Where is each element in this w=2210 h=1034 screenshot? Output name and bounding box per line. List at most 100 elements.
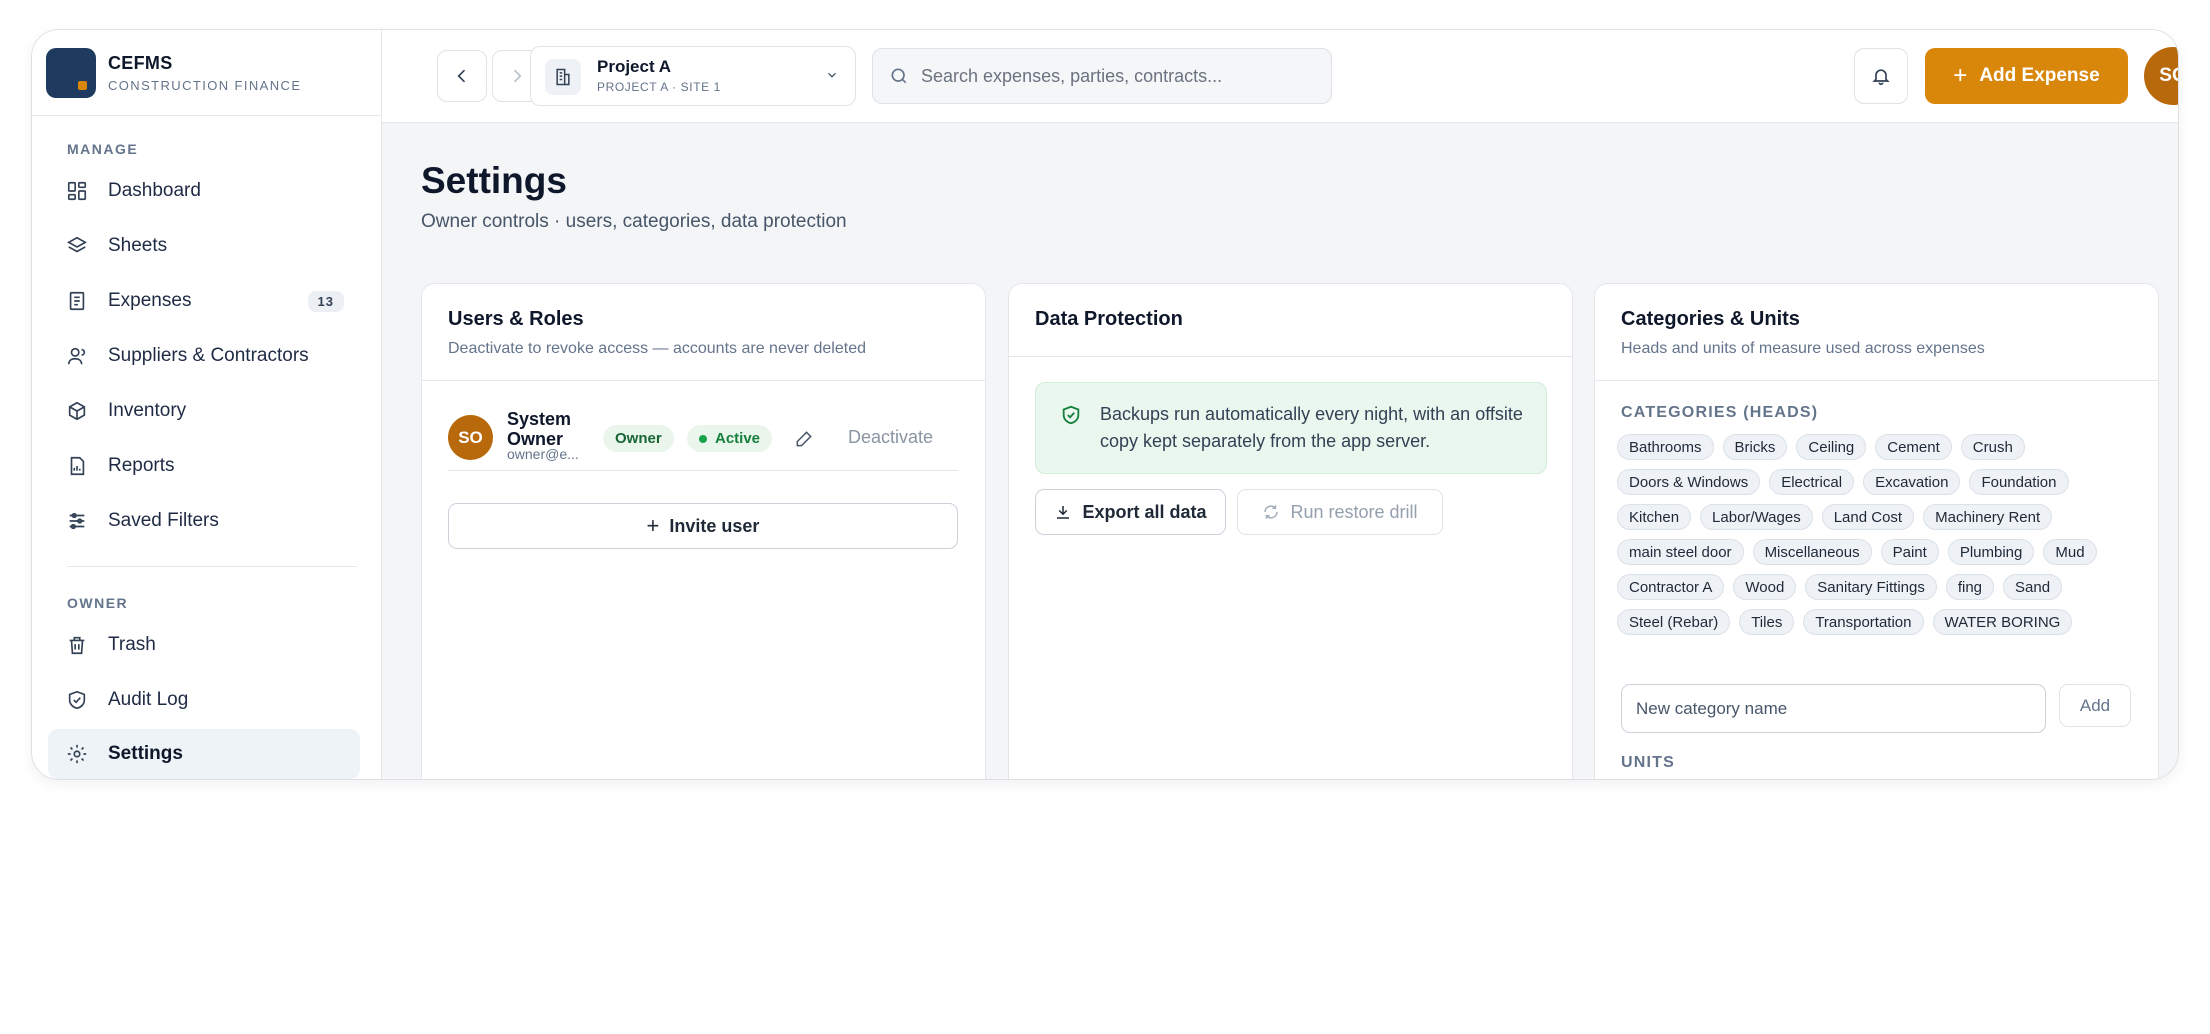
card-title: Users & Roles — [448, 308, 584, 330]
category-chip[interactable]: fing — [1945, 574, 1995, 600]
sidebar-item-sheets[interactable]: Sheets — [48, 221, 360, 271]
category-chip[interactable]: Plumbing — [1947, 539, 2035, 565]
building-icon — [545, 59, 581, 95]
invite-user-label: Invite user — [669, 515, 760, 536]
search-input[interactable] — [921, 65, 1301, 87]
deactivate-button[interactable]: Deactivate — [848, 427, 933, 448]
category-chip[interactable]: Crush — [1960, 434, 2025, 460]
category-chip[interactable]: Ceiling — [1796, 434, 1867, 460]
notifications-button[interactable] — [1854, 48, 1908, 104]
download-icon — [1057, 506, 1070, 519]
categories-units-card: Categories & Units Heads and units of me… — [1594, 283, 2159, 779]
category-chip[interactable]: Cement — [1875, 434, 1952, 460]
category-chip[interactable]: Machinery Rent — [1923, 504, 2053, 530]
brand-name: CEFMS — [108, 52, 173, 73]
sidebar-item-label: Reports — [108, 455, 175, 476]
refresh-icon — [1264, 505, 1279, 519]
user-row: SO System Owner owner@e... Owner Active … — [448, 407, 958, 471]
sliders-icon — [69, 512, 85, 530]
sidebar-item-reports[interactable]: Reports — [48, 441, 360, 491]
topbar: Project A PROJECT A · SITE 1 + Add Expen… — [382, 30, 2178, 123]
sidebar-item-label: Settings — [108, 743, 183, 764]
backup-notice-text: Backups run automatically every night, w… — [1100, 404, 1523, 451]
section-label-manage: MANAGE — [67, 141, 139, 157]
brand[interactable]: CEFMS CONSTRUCTION FINANCE — [32, 30, 381, 116]
avatar: SO — [448, 415, 493, 460]
back-button[interactable] — [437, 50, 487, 102]
invite-user-button[interactable]: + Invite user — [448, 503, 958, 549]
sidebar-divider — [67, 566, 357, 567]
sidebar-item-settings[interactable]: Settings — [48, 729, 360, 779]
sidebar-item-expenses[interactable]: Expenses 13 — [48, 276, 360, 326]
expenses-count-badge: 13 — [307, 290, 344, 312]
backup-notice: Backups run automatically every night, w… — [1035, 382, 1547, 474]
grid-icon — [67, 181, 87, 201]
category-chip[interactable]: main steel door — [1617, 539, 1744, 565]
sidebar-item-saved-filters[interactable]: Saved Filters — [48, 496, 360, 546]
user-name: System Owner — [507, 409, 572, 449]
category-chips: Bathrooms Bricks Ceiling Cement Crush Doors &… — [1617, 434, 2137, 635]
project-subtitle: PROJECT A · SITE 1 — [597, 80, 721, 94]
chevron-down-icon — [828, 72, 836, 78]
sidebar-item-suppliers[interactable]: Suppliers & Contractors — [48, 331, 360, 381]
category-chip[interactable]: Labor/Wages — [1700, 504, 1813, 530]
plus-icon: + — [646, 513, 660, 538]
run-restore-drill-button[interactable]: Run restore drill — [1237, 489, 1443, 535]
category-chip[interactable]: Mud — [2043, 539, 2097, 565]
users-icon — [67, 347, 86, 365]
category-chip[interactable]: Tiles — [1739, 609, 1795, 635]
sidebar-item-dashboard[interactable]: Dashboard — [48, 166, 360, 216]
bell-icon — [1872, 69, 1890, 86]
new-category-input[interactable] — [1621, 684, 2046, 733]
sidebar-item-label: Audit Log — [108, 689, 189, 710]
category-chip[interactable]: Doors & Windows — [1617, 469, 1761, 495]
sidebar-item-label: Suppliers & Contractors — [108, 345, 309, 366]
project-selector[interactable]: Project A PROJECT A · SITE 1 — [530, 46, 856, 106]
category-chip[interactable]: Wood — [1733, 574, 1797, 600]
category-chip[interactable]: Bathrooms — [1617, 434, 1714, 460]
user-avatar[interactable]: SO — [2144, 47, 2178, 105]
category-chip[interactable]: Paint — [1880, 539, 1939, 565]
status-badge: Active — [687, 425, 773, 452]
category-chip[interactable]: Sand — [2003, 574, 2063, 600]
category-chip[interactable]: Kitchen — [1617, 504, 1692, 530]
chevron-right-icon — [513, 69, 522, 83]
category-chip[interactable]: Bricks — [1722, 434, 1788, 460]
page-title: Settings — [421, 160, 567, 201]
category-chip[interactable]: Land Cost — [1821, 504, 1915, 530]
data-protection-card: Data Protection Backups run automaticall… — [1008, 283, 1573, 779]
export-label: Export all data — [1082, 501, 1207, 522]
sidebar-item-trash[interactable]: Trash — [48, 620, 360, 670]
category-chip[interactable]: Excavation — [1863, 469, 1961, 495]
trash-icon — [69, 636, 85, 655]
add-expense-button[interactable]: + Add Expense — [1925, 48, 2128, 104]
status-dot-icon — [699, 434, 707, 443]
card-subtitle: Deactivate to revoke access — accounts a… — [448, 340, 866, 357]
sidebar-item-label: Inventory — [108, 400, 187, 421]
layers-icon — [67, 236, 87, 253]
category-chip[interactable]: Sanitary Fittings — [1805, 574, 1937, 600]
category-chip[interactable]: WATER BORING — [1932, 609, 2073, 635]
sidebar-item-audit-log[interactable]: Audit Log — [48, 675, 360, 725]
pencil-icon[interactable] — [794, 429, 814, 449]
category-chip[interactable]: Miscellaneous — [1752, 539, 1872, 565]
category-chip[interactable]: Steel (Rebar) — [1617, 609, 1731, 635]
units-label: UNITS — [1621, 754, 1675, 771]
add-category-button[interactable]: Add — [2059, 684, 2131, 727]
brand-logo — [46, 47, 96, 98]
sidebar-item-label: Sheets — [108, 235, 168, 256]
export-all-data-button[interactable]: Export all data — [1035, 489, 1226, 535]
sidebar: CEFMS CONSTRUCTION FINANCE MANAGE Dashbo… — [32, 30, 382, 779]
category-chip[interactable]: Electrical — [1769, 469, 1855, 495]
sidebar-item-inventory[interactable]: Inventory — [48, 386, 360, 436]
card-title: Data Protection — [1035, 308, 1183, 330]
gear-icon — [67, 744, 87, 764]
card-subtitle: Heads and units of measure used across e… — [1621, 340, 1985, 357]
sidebar-item-label: Dashboard — [108, 180, 201, 201]
add-expense-label: Add Expense — [1979, 65, 2100, 86]
category-chip[interactable]: Contractor A — [1617, 574, 1725, 600]
search-icon — [891, 68, 907, 84]
search-bar[interactable] — [872, 48, 1332, 104]
category-chip[interactable]: Foundation — [1969, 469, 2069, 495]
category-chip[interactable]: Transportation — [1803, 609, 1924, 635]
